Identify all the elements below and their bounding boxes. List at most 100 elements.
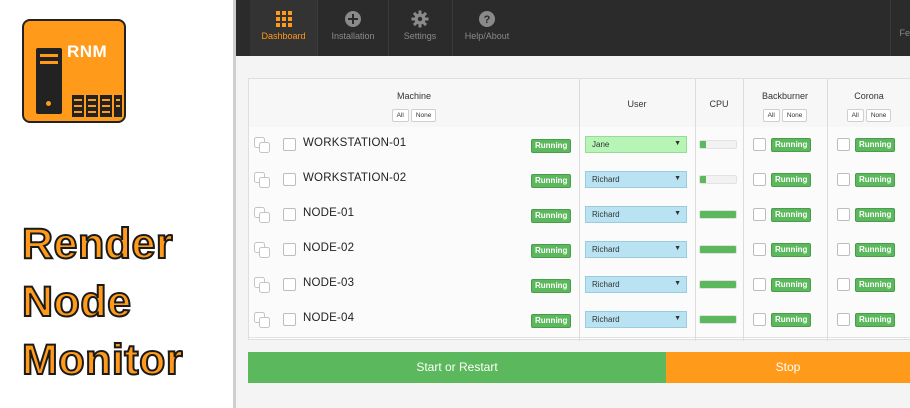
machine-name: NODE-04 [303, 312, 355, 324]
machine-status-badge: Running [531, 314, 572, 328]
corona-status-badge: Running [855, 278, 896, 292]
nav-dashboard[interactable]: Dashboard [250, 0, 318, 56]
nav-label: Help/About [464, 31, 510, 41]
machine-checkbox[interactable] [283, 278, 296, 291]
machine-name: WORKSTATION-01 [303, 137, 407, 149]
copy-icon[interactable] [253, 241, 271, 259]
machine-checkbox[interactable] [283, 243, 296, 256]
brand-panel: RNM Render Node Monitor [0, 0, 234, 408]
backburner-checkbox[interactable] [753, 173, 766, 186]
nav-label: Installation [331, 31, 375, 41]
corona-checkbox[interactable] [837, 173, 850, 186]
svg-text:?: ? [484, 14, 491, 26]
corona-select-none-button[interactable]: None [865, 109, 892, 122]
copy-icon[interactable] [253, 206, 271, 224]
dropdown-caret-icon: ▼ [674, 315, 681, 322]
user-select[interactable]: Richard ▼ [585, 241, 687, 258]
table-header: Machine All None User CPU Backburner All N… [249, 79, 910, 128]
stop-button[interactable]: Stop [666, 352, 910, 383]
logo-text: RNM [67, 42, 108, 61]
corona-checkbox[interactable] [837, 243, 850, 256]
user-select[interactable]: Jane ▼ [585, 136, 687, 153]
corona-status-badge: Running [855, 138, 896, 152]
corona-checkbox[interactable] [837, 278, 850, 291]
header-backburner: Backburner All None [743, 79, 828, 127]
machine-select-none-button[interactable]: None [410, 109, 437, 122]
header-cpu: CPU [695, 79, 744, 127]
machine-select-all-button[interactable]: All [391, 109, 409, 122]
user-select-value: Richard [592, 175, 620, 184]
corona-checkbox[interactable] [837, 208, 850, 221]
backburner-checkbox[interactable] [753, 243, 766, 256]
cpu-usage-fill [700, 281, 736, 288]
machine-name: NODE-02 [303, 242, 355, 254]
machine-status-badge: Running [531, 174, 572, 188]
dropdown-caret-icon: ▼ [674, 280, 681, 287]
corona-status-badge: Running [855, 313, 896, 327]
backburner-checkbox[interactable] [753, 208, 766, 221]
gear-icon [411, 10, 429, 28]
rack-node-icon [100, 95, 112, 117]
cpu-usage-fill [700, 316, 736, 323]
backburner-status-badge: Running [771, 173, 812, 187]
backburner-status-badge: Running [771, 278, 812, 292]
machines-table: Machine All None User CPU Backburner All N… [248, 78, 910, 341]
cpu-usage-fill [700, 176, 707, 183]
cpu-usage-bar [699, 210, 737, 219]
machine-checkbox[interactable] [283, 208, 296, 221]
dropdown-caret-icon: ▼ [674, 175, 681, 182]
backburner-checkbox[interactable] [753, 278, 766, 291]
backburner-status-badge: Running [771, 138, 812, 152]
backburner-status-badge: Running [771, 243, 812, 257]
server-tower-icon [36, 48, 62, 114]
question-circle-icon: ? [479, 11, 495, 27]
machine-status-badge: Running [531, 209, 572, 223]
nav-settings[interactable]: Settings [388, 0, 452, 56]
backburner-checkbox[interactable] [753, 138, 766, 151]
cpu-usage-bar [699, 245, 737, 254]
start-restart-button[interactable]: Start or Restart [248, 352, 666, 383]
dropdown-caret-icon: ▼ [674, 210, 681, 217]
nav-help-about[interactable]: ? Help/About [454, 0, 520, 56]
user-select[interactable]: Richard ▼ [585, 276, 687, 293]
nav-installation[interactable]: Installation [320, 0, 386, 56]
user-select-value: Richard [592, 245, 620, 254]
backburner-checkbox[interactable] [753, 313, 766, 326]
cpu-usage-fill [700, 246, 736, 253]
app-window: Dashboard Installation Settings ? Help/A… [236, 0, 910, 408]
user-select-value: Richard [592, 280, 620, 289]
backburner-select-none-button[interactable]: None [781, 109, 808, 122]
machine-name: NODE-01 [303, 207, 355, 219]
rack-node-icon [114, 95, 122, 117]
machine-checkbox[interactable] [283, 313, 296, 326]
copy-icon[interactable] [253, 311, 271, 329]
machine-checkbox[interactable] [283, 138, 296, 151]
header-machine: Machine All None [249, 79, 580, 127]
dropdown-caret-icon: ▼ [674, 245, 681, 252]
cpu-usage-fill [700, 211, 736, 218]
backburner-select-all-button[interactable]: All [762, 109, 780, 122]
cpu-usage-bar [699, 280, 737, 289]
dropdown-caret-icon: ▼ [674, 140, 681, 147]
user-select[interactable]: Richard ▼ [585, 171, 687, 188]
rnm-logo: RNM [22, 19, 126, 123]
corona-checkbox[interactable] [837, 138, 850, 151]
brand-title-line-1: Render [21, 219, 174, 269]
brand-title-line-3: Monitor [21, 335, 184, 385]
user-select[interactable]: Richard ▼ [585, 311, 687, 328]
grid-icon [275, 11, 292, 27]
machine-status-badge: Running [531, 139, 572, 153]
corona-status-badge: Running [855, 173, 896, 187]
nav-truncated-item[interactable]: Fe [899, 28, 910, 38]
machine-checkbox[interactable] [283, 173, 296, 186]
rack-node-icon [72, 95, 84, 117]
copy-icon[interactable] [253, 276, 271, 294]
corona-select-all-button[interactable]: All [846, 109, 864, 122]
user-select[interactable]: Richard ▼ [585, 206, 687, 223]
user-select-value: Richard [592, 210, 620, 219]
copy-icon[interactable] [253, 171, 271, 189]
brand-title-line-2: Node [21, 277, 132, 327]
copy-icon[interactable] [253, 136, 271, 154]
corona-checkbox[interactable] [837, 313, 850, 326]
header-user: User [579, 79, 696, 127]
